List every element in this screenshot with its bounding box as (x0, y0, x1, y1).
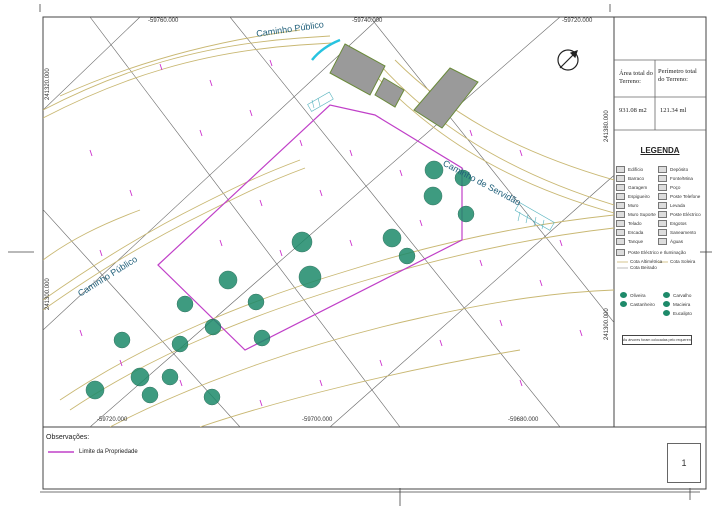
electric-pole-swatch-icon (658, 211, 667, 218)
topographic-map-sheet (0, 0, 716, 506)
area-label: Área total do Terreno: (619, 70, 653, 85)
coord-top-1: -59760.000 (148, 18, 179, 24)
legend-item: Muro (616, 202, 638, 209)
tree-eucalipto-icon (663, 310, 670, 316)
coord-bottom-1: -59720.000 (97, 417, 128, 423)
legend-item: Escada (616, 229, 643, 236)
observacoes-label: Observações: (46, 434, 90, 441)
legend-item: Fonte/Mina (658, 175, 693, 182)
tree-castanheiro-icon (620, 301, 627, 307)
tree-note: As árvores foram colocadas pelo requeren… (622, 335, 692, 345)
legend-item: Cota Soleira (670, 259, 696, 264)
perimetro-label: Perímetro total do Terreno: (658, 68, 697, 83)
sewer-swatch-icon (658, 220, 667, 227)
page-number: 1 (667, 443, 701, 483)
building-swatch-icon (616, 166, 625, 173)
legend-item: Levada (658, 202, 685, 209)
coord-right-2: 241380.000 (604, 110, 610, 142)
legend-item: Cota Beirado (630, 265, 657, 270)
well-swatch-icon (658, 184, 667, 191)
legend-item: Saneamento (658, 229, 696, 236)
roof-swatch-icon (616, 220, 625, 227)
legend-item: Espigueiro (616, 193, 650, 200)
legend-item: Telado (616, 220, 642, 227)
lighting-pole-swatch-icon (616, 249, 625, 256)
legend-item: Poste Eléctrico (658, 211, 701, 218)
legend-item: Edifício (616, 166, 643, 173)
tank-swatch-icon (616, 238, 625, 245)
coord-top-2: -59740.000 (352, 18, 383, 24)
coord-left-2: 241300.000 (45, 278, 51, 310)
water-swatch-icon (658, 238, 667, 245)
area-value: 931.08 m2 (619, 107, 647, 114)
perimetro-value: 121.34 ml (660, 107, 687, 114)
legend-item: Muro Suporte (616, 211, 656, 218)
legend-item: Depósito (658, 166, 688, 173)
legend-item: Cota Altimétrica (630, 259, 663, 264)
legend-item: Tanque (616, 238, 643, 245)
tree-carvalho-icon (663, 292, 670, 298)
legend-item: Águas (658, 238, 683, 245)
channel-swatch-icon (658, 202, 667, 209)
tree-oliveira-icon (620, 292, 627, 298)
sanitation-swatch-icon (658, 229, 667, 236)
legend-tree: Castanheiro (620, 301, 655, 307)
legend-tree: Oliveira (620, 292, 646, 298)
fountain-swatch-icon (658, 175, 667, 182)
tree-macieira-icon (663, 301, 670, 307)
legend-item: Poste Telefone (658, 193, 700, 200)
telephone-pole-swatch-icon (658, 193, 667, 200)
granary-swatch-icon (616, 193, 625, 200)
garage-swatch-icon (616, 184, 625, 191)
retaining-wall-swatch-icon (616, 211, 625, 218)
deposit-swatch-icon (658, 166, 667, 173)
legend-item: Garagem (616, 184, 647, 191)
legend-item: Esgotos (658, 220, 687, 227)
legend-tree: Eucalipto (663, 310, 692, 316)
wall-swatch-icon (616, 202, 625, 209)
limite-propriedade-label: Limite da Propriedade (79, 449, 138, 455)
coord-bottom-2: -59700.000 (302, 417, 333, 423)
shed-swatch-icon (616, 175, 625, 182)
legend-tree: Macieira (663, 301, 690, 307)
legend-tree: Carvalho (663, 292, 691, 298)
coord-bottom-3: -59680.000 (508, 417, 539, 423)
legend-item: Poste Eléctrico e Iluminação (616, 249, 686, 256)
coord-right-1: 241300.000 (604, 308, 610, 340)
coord-top-3: -59720.000 (562, 18, 593, 24)
legend-title: LEGENDA (640, 146, 680, 155)
legend-item: Poço (658, 184, 680, 191)
coord-left-1: 241320.000 (45, 68, 51, 100)
stairs-swatch-icon (616, 229, 625, 236)
map-drawing (8, 4, 712, 506)
legend-item: Barraco (616, 175, 644, 182)
